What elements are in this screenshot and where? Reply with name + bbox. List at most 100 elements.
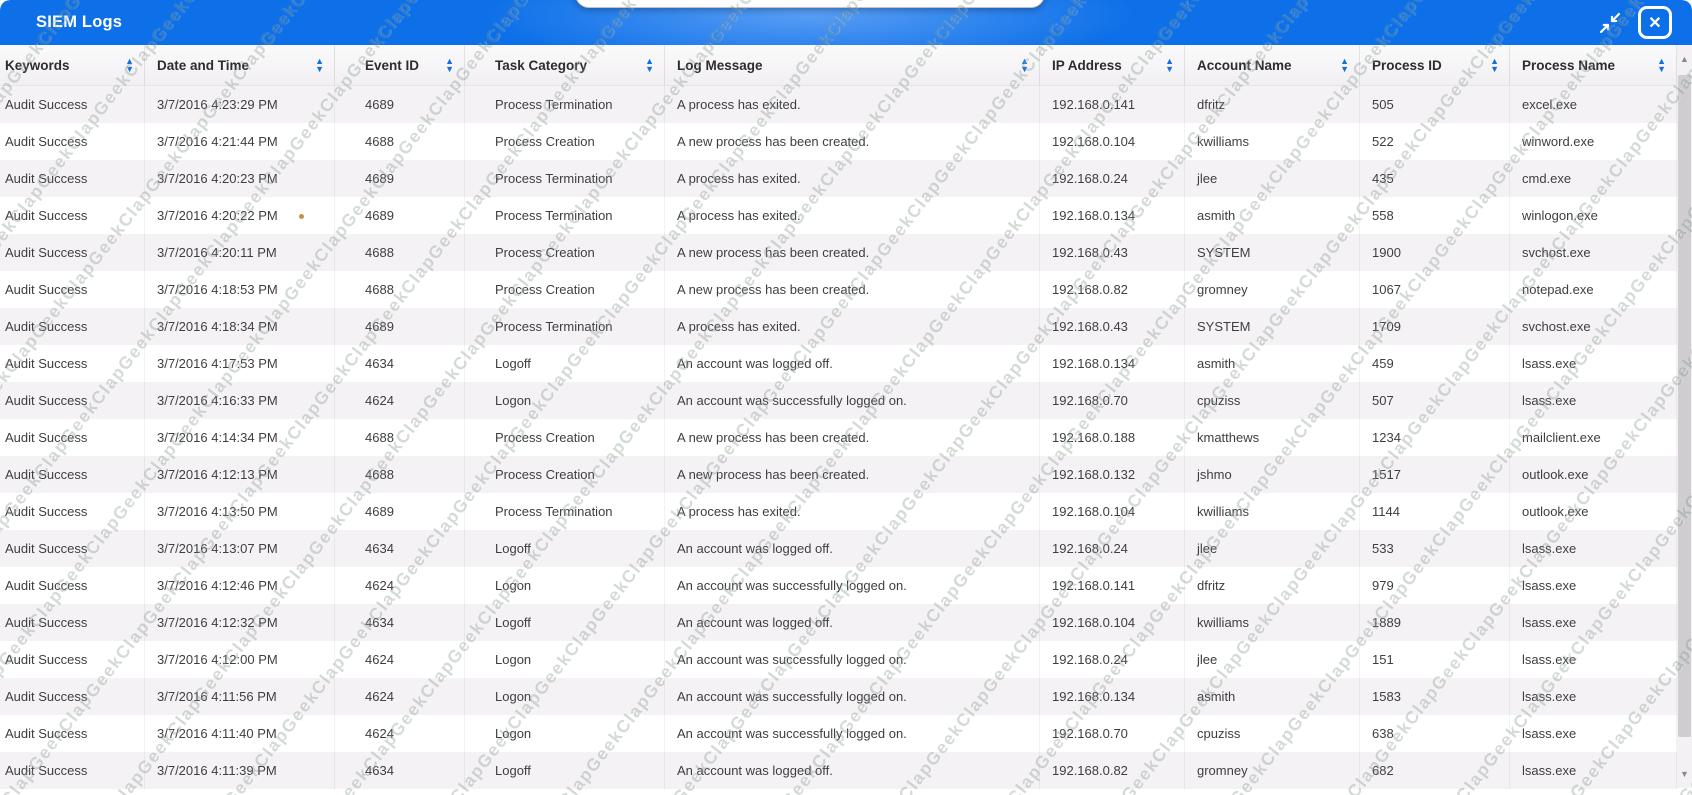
cell-date-and-time: 3/7/2016 4:16:33 PM <box>145 382 335 419</box>
cell-ip-address: 192.168.0.24 <box>1040 530 1185 567</box>
cell-date-and-time: 3/7/2016 4:18:53 PM <box>145 271 335 308</box>
table-row[interactable]: Audit Success3/7/2016 4:12:46 PM4624Logo… <box>0 567 1677 604</box>
cell-process-name: lsass.exe <box>1510 678 1677 715</box>
sort-icon[interactable]: ▲▼ <box>1340 57 1349 73</box>
scroll-down-button[interactable]: ▼ <box>1677 760 1692 788</box>
cell-process-name: winword.exe <box>1510 123 1677 160</box>
log-table: Keywords▲▼Date and Time▲▼Event ID▲▼Task … <box>0 45 1677 789</box>
cell-date-and-time: 3/7/2016 4:13:50 PM <box>145 493 335 530</box>
cell-log-message: A new process has been created. <box>665 123 1040 160</box>
table-row[interactable]: Audit Success3/7/2016 4:14:34 PM4688Proc… <box>0 419 1677 456</box>
cell-keywords: Audit Success <box>0 678 145 715</box>
cell-keywords: Audit Success <box>0 123 145 160</box>
column-header-date-and-time[interactable]: Date and Time▲▼ <box>145 45 335 85</box>
scroll-up-icon: ▲ <box>1680 54 1689 64</box>
sort-icon[interactable]: ▲▼ <box>1165 57 1174 73</box>
cell-task-category: Logoff <box>465 345 665 382</box>
cell-date-and-time: 3/7/2016 4:11:56 PM <box>145 678 335 715</box>
cell-process-id: 1583 <box>1360 678 1510 715</box>
column-header-keywords[interactable]: Keywords▲▼ <box>0 45 145 85</box>
cell-keywords: Audit Success <box>0 160 145 197</box>
sort-icon[interactable]: ▲▼ <box>1657 57 1666 73</box>
cell-process-name: lsass.exe <box>1510 604 1677 641</box>
cell-event-id: 4688 <box>335 234 465 271</box>
cell-process-name: lsass.exe <box>1510 345 1677 382</box>
cell-date-and-time: 3/7/2016 4:23:29 PM <box>145 86 335 123</box>
cell-process-name: svchost.exe <box>1510 308 1677 345</box>
cell-ip-address: 192.168.0.104 <box>1040 604 1185 641</box>
cell-log-message: An account was successfully logged on. <box>665 678 1040 715</box>
cell-ip-address: 192.168.0.24 <box>1040 641 1185 678</box>
table-row[interactable]: Audit Success3/7/2016 4:13:50 PM4689Proc… <box>0 493 1677 530</box>
cell-process-name: lsass.exe <box>1510 752 1677 789</box>
cell-ip-address: 192.168.0.70 <box>1040 382 1185 419</box>
cell-date-and-time: 3/7/2016 4:13:07 PM <box>145 530 335 567</box>
scrollbar-thumb[interactable] <box>1678 75 1691 737</box>
cell-keywords: Audit Success <box>0 271 145 308</box>
cell-task-category: Process Creation <box>465 419 665 456</box>
table-row[interactable]: Audit Success3/7/2016 4:21:44 PM4688Proc… <box>0 123 1677 160</box>
column-header-label: Task Category <box>495 58 587 73</box>
cell-log-message: A new process has been created. <box>665 456 1040 493</box>
sort-icon[interactable]: ▲▼ <box>1020 57 1029 73</box>
column-header-label: Process Name <box>1522 58 1615 73</box>
column-header-ip-address[interactable]: IP Address▲▼ <box>1040 45 1185 85</box>
cell-log-message: A process has exited. <box>665 160 1040 197</box>
cell-task-category: Logoff <box>465 604 665 641</box>
sort-icon[interactable]: ▲▼ <box>1490 57 1499 73</box>
table-row[interactable]: Audit Success3/7/2016 4:20:23 PM4689Proc… <box>0 160 1677 197</box>
column-header-account-name[interactable]: Account Name ▲▼ <box>1185 45 1360 85</box>
cell-date-and-time: 3/7/2016 4:14:34 PM <box>145 419 335 456</box>
table-row[interactable]: Audit Success3/7/2016 4:17:53 PM4634Logo… <box>0 345 1677 382</box>
sort-icon[interactable]: ▲▼ <box>125 57 134 73</box>
cell-account-name: SYSTEM <box>1185 234 1360 271</box>
cell-process-id: 1067 <box>1360 271 1510 308</box>
cell-process-id: 505 <box>1360 86 1510 123</box>
cell-process-id: 435 <box>1360 160 1510 197</box>
cell-process-id: 151 <box>1360 641 1510 678</box>
column-header-label: Account Name <box>1197 58 1292 73</box>
column-header-process-id[interactable]: Process ID▲▼ <box>1360 45 1510 85</box>
sort-icon[interactable]: ▲▼ <box>315 57 324 73</box>
cell-date-and-time: 3/7/2016 4:20:23 PM <box>145 160 335 197</box>
column-header-label: Event ID <box>365 58 419 73</box>
table-row[interactable]: Audit Success3/7/2016 4:18:53 PM4688Proc… <box>0 271 1677 308</box>
table-row[interactable]: Audit Success3/7/2016 4:11:39 PM4634Logo… <box>0 752 1677 789</box>
table-row[interactable]: Audit Success3/7/2016 4:18:34 PM4689Proc… <box>0 308 1677 345</box>
cell-event-id: 4689 <box>335 197 465 234</box>
table-row[interactable]: Audit Success3/7/2016 4:12:00 PM4624Logo… <box>0 641 1677 678</box>
titlebar-buttons: ✕ <box>1598 0 1672 45</box>
table-row[interactable]: Audit Success3/7/2016 4:12:13 PM4688Proc… <box>0 456 1677 493</box>
vertical-scrollbar[interactable]: ▲ ▼ <box>1677 45 1692 788</box>
table-row[interactable]: Audit Success3/7/2016 4:11:56 PM4624Logo… <box>0 678 1677 715</box>
column-header-log-message[interactable]: Log Message▲▼ <box>665 45 1040 85</box>
cell-process-id: 533 <box>1360 530 1510 567</box>
siem-logs-window: SIEM Logs ✕ Keywords▲▼Date and Time▲▼Eve… <box>0 0 1692 795</box>
cell-log-message: An account was logged off. <box>665 345 1040 382</box>
table-row[interactable]: Audit Success3/7/2016 4:11:40 PM4624Logo… <box>0 715 1677 752</box>
table-row[interactable]: Audit Success3/7/2016 4:16:33 PM4624Logo… <box>0 382 1677 419</box>
column-header-task-category[interactable]: Task Category ▲▼ <box>465 45 665 85</box>
column-header-event-id[interactable]: Event ID ▲▼ <box>335 45 465 85</box>
table-row[interactable]: Audit Success3/7/2016 4:23:29 PM4689Proc… <box>0 86 1677 123</box>
column-header-process-name[interactable]: Process Name ▲▼ <box>1510 45 1677 85</box>
collapse-button[interactable] <box>1598 11 1622 35</box>
cell-log-message: An account was logged off. <box>665 752 1040 789</box>
sort-icon[interactable]: ▲▼ <box>645 57 654 73</box>
cell-task-category: Logoff <box>465 752 665 789</box>
scroll-up-button[interactable]: ▲ <box>1677 45 1692 73</box>
cell-log-message: An account was logged off. <box>665 604 1040 641</box>
table-row[interactable]: Audit Success3/7/2016 4:12:32 PM4634Logo… <box>0 604 1677 641</box>
scroll-down-icon: ▼ <box>1680 769 1689 779</box>
close-button[interactable]: ✕ <box>1638 6 1672 39</box>
table-body: Audit Success3/7/2016 4:23:29 PM4689Proc… <box>0 86 1677 789</box>
cell-process-id: 507 <box>1360 382 1510 419</box>
sort-icon[interactable]: ▲▼ <box>445 57 454 73</box>
cell-log-message: A process has exited. <box>665 86 1040 123</box>
cell-log-message: A new process has been created. <box>665 234 1040 271</box>
table-row[interactable]: Audit Success3/7/2016 4:20:22 PM4689Proc… <box>0 197 1677 234</box>
table-row[interactable]: Audit Success3/7/2016 4:20:11 PM4688Proc… <box>0 234 1677 271</box>
table-row[interactable]: Audit Success3/7/2016 4:13:07 PM4634Logo… <box>0 530 1677 567</box>
cell-event-id: 4688 <box>335 271 465 308</box>
cell-account-name: asmith <box>1185 345 1360 382</box>
